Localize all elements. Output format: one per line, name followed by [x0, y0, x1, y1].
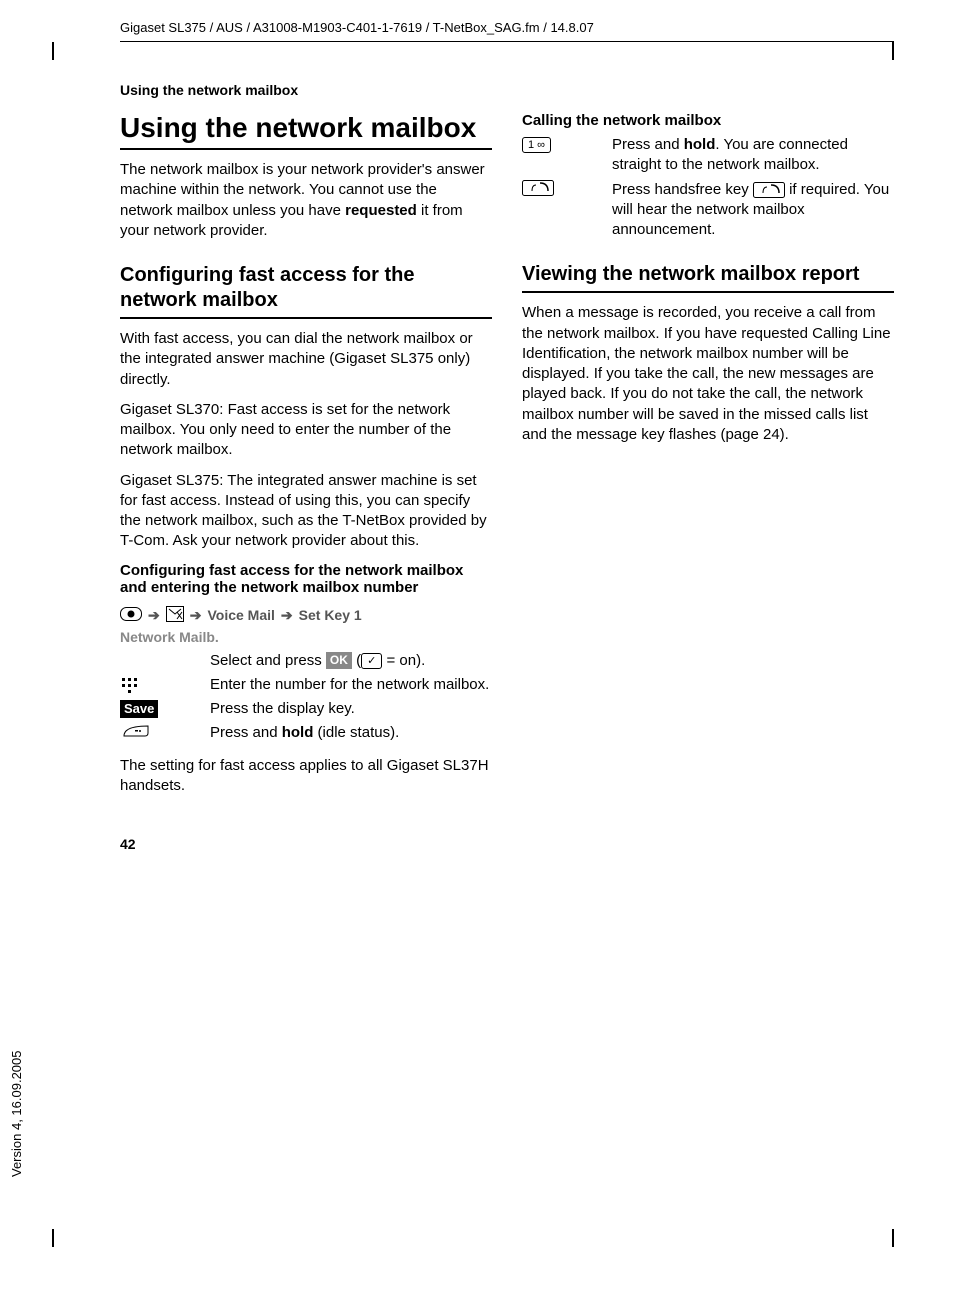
body-text: Gigaset SL375: The integrated answer mac… — [120, 471, 492, 552]
menu-icon — [120, 607, 142, 624]
arrow-icon: ➔ — [190, 607, 202, 624]
subheading-calling: Calling the network mailbox — [522, 112, 894, 129]
crop-mark — [52, 42, 54, 60]
key-1-icon: 1 ∞ — [522, 135, 600, 176]
menu-item: Set Key 1 — [299, 607, 362, 623]
crop-mark — [892, 42, 894, 60]
mailbox-icon — [166, 606, 184, 625]
arrow-icon: ➔ — [281, 607, 293, 624]
handsfree-key-icon — [753, 182, 785, 198]
body-text: When a message is recorded, you receive … — [522, 303, 894, 445]
left-column: Using the network mailbox The network ma… — [120, 112, 492, 852]
body-text: With fast access, you can dial the netwo… — [120, 329, 492, 390]
step-text: Select and press OK (✓ = on). — [210, 651, 492, 671]
document-header-path: Gigaset SL375 / AUS / A31008-M1903-C401-… — [120, 20, 894, 42]
option-label: Network Mailb. — [120, 629, 492, 645]
arrow-icon: ➔ — [148, 607, 160, 624]
step-text: Press and hold (idle status). — [210, 723, 492, 745]
body-text: The setting for fast access applies to a… — [120, 756, 492, 797]
save-badge: Save — [120, 700, 158, 718]
menu-item: Voice Mail — [207, 607, 274, 623]
page-number: 42 — [120, 836, 492, 852]
version-label: Version 4, 16.09.2005 — [9, 1051, 24, 1178]
right-column: Calling the network mailbox 1 ∞ Press an… — [522, 112, 894, 852]
ok-badge: OK — [326, 652, 352, 668]
check-icon: ✓ — [361, 653, 382, 669]
hangup-key-icon — [120, 723, 198, 745]
handsfree-key-icon — [522, 180, 600, 241]
keypad-icon — [120, 675, 198, 695]
intro-paragraph: The network mailbox is your network prov… — [120, 160, 492, 241]
step-text: Press the display key. — [210, 699, 492, 719]
crop-mark — [892, 1229, 894, 1247]
running-header: Using the network mailbox — [120, 82, 894, 98]
body-text: Gigaset SL370: Fast access is set for th… — [120, 400, 492, 461]
page-title: Using the network mailbox — [120, 112, 492, 150]
subheading-configuring: Configuring fast access for the network … — [120, 562, 492, 596]
heading-viewing: Viewing the network mailbox report — [522, 262, 894, 293]
heading-configuring: Configuring fast access for the network … — [120, 263, 492, 319]
step-text: Press handsfree key if required. You wil… — [612, 180, 894, 241]
menu-path: ➔ ➔ Voice Mail ➔ Set Key 1 — [120, 606, 492, 625]
crop-mark — [52, 1229, 54, 1247]
step-text: Press and hold. You are connected straig… — [612, 135, 894, 176]
step-text: Enter the number for the network mailbox… — [210, 675, 492, 695]
